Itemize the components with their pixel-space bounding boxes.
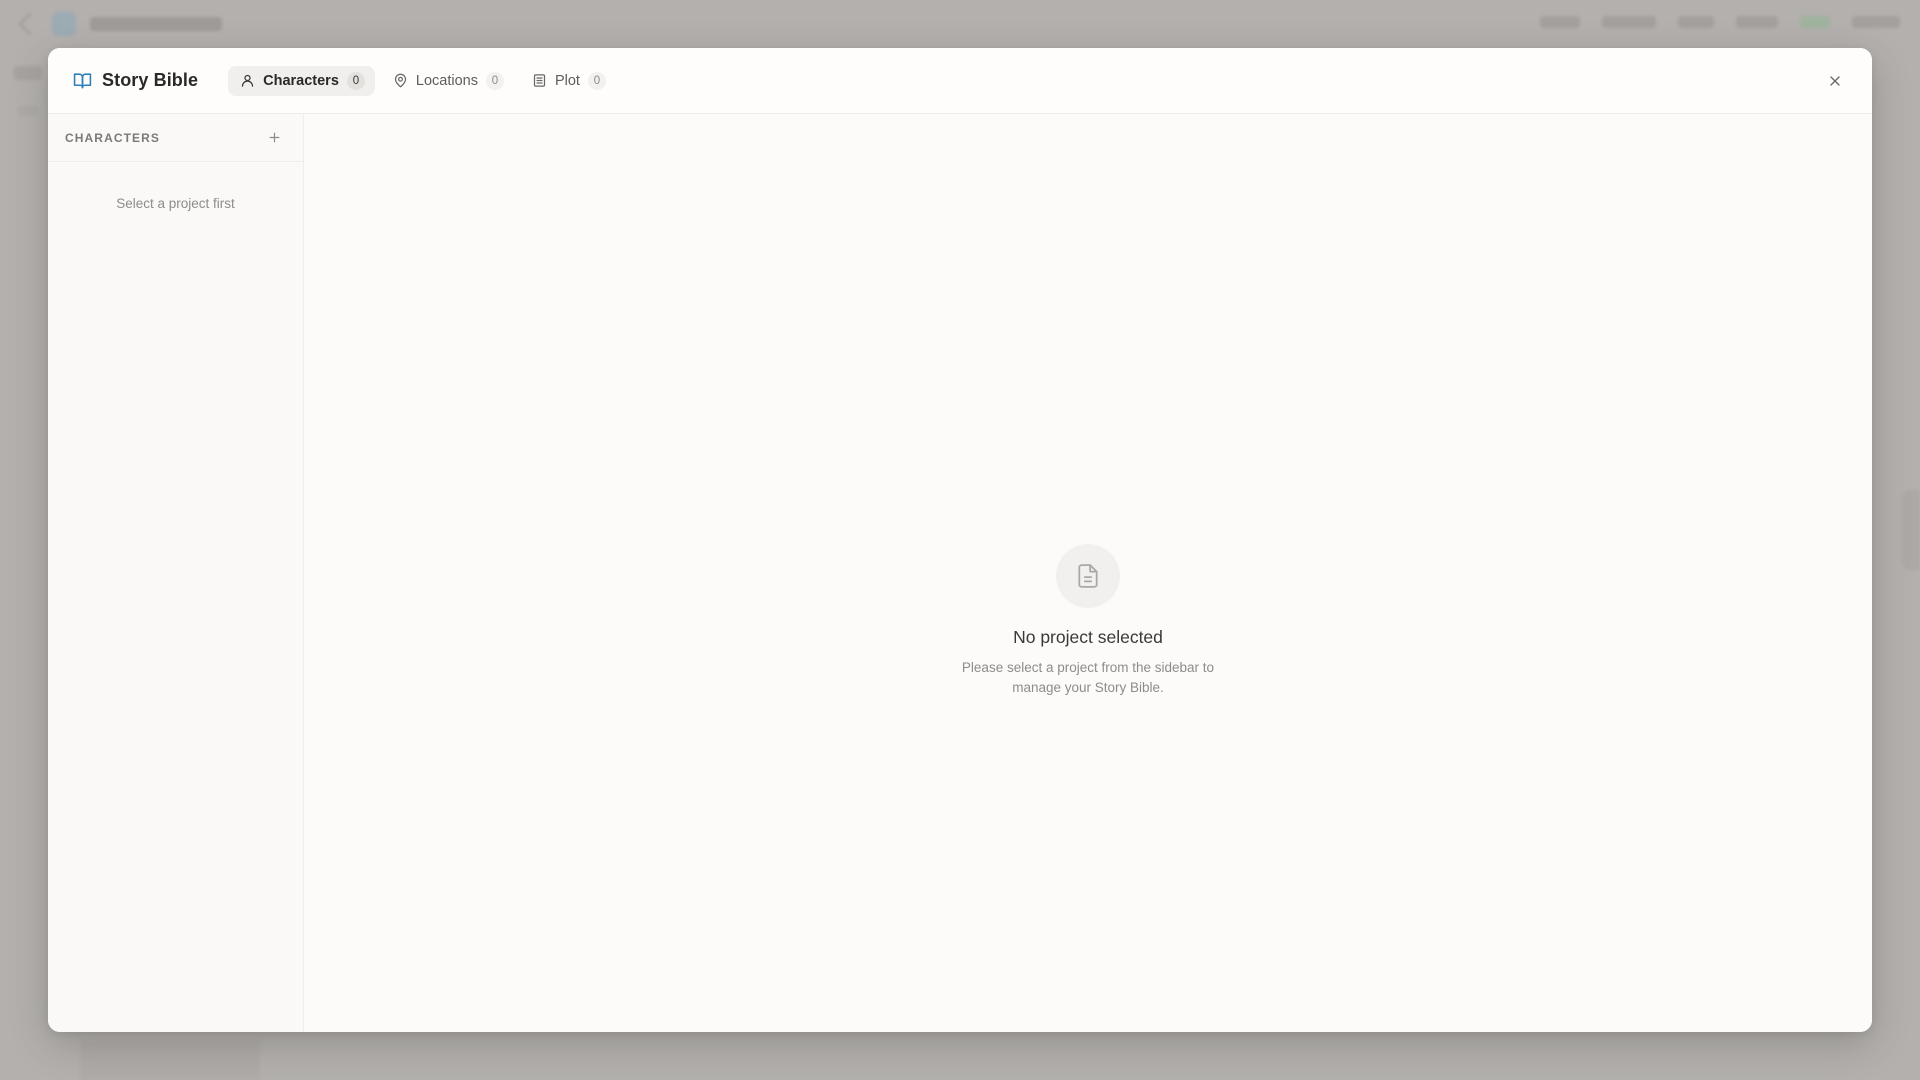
close-icon (1830, 76, 1840, 86)
tab-bar: Characters 0 Locations 0 Plot 0 (228, 65, 616, 96)
tab-count-badge: 0 (485, 71, 504, 90)
list-icon (533, 74, 546, 87)
tab-label: Characters (263, 72, 339, 89)
main-content: No project selected Please select a proj… (304, 114, 1872, 1032)
app-logo-icon (52, 12, 76, 36)
background-sidebar-label (18, 106, 38, 116)
characters-sidebar: CHARACTERS Select a project first (48, 114, 304, 1032)
empty-state-description: Please select a project from the sidebar… (961, 660, 1215, 695)
back-icon (18, 12, 42, 36)
tab-label: Locations (415, 72, 478, 89)
tab-label: Plot (554, 72, 580, 89)
background-panel (80, 1040, 260, 1080)
background-edge-tab (1902, 490, 1920, 570)
empty-state: No project selected Please select a proj… (304, 544, 1872, 698)
plus-icon (269, 132, 279, 143)
background-title (90, 17, 222, 31)
story-bible-modal: Story Bible Characters 0 Locations 0 Plo… (48, 48, 1872, 1032)
modal-header: Story Bible Characters 0 Locations 0 Plo… (48, 48, 1872, 114)
sidebar-empty-text: Select a project first (116, 196, 235, 211)
map-pin-icon (394, 73, 407, 88)
empty-state-icon-circle (1056, 544, 1120, 608)
empty-state-title: No project selected (1013, 627, 1163, 647)
background-sidebar-label (14, 66, 42, 80)
modal-brand: Story Bible (73, 70, 198, 91)
sidebar-header: CHARACTERS (48, 114, 303, 162)
user-icon (242, 74, 254, 87)
sidebar-title: CHARACTERS (65, 130, 160, 145)
file-text-icon (1078, 564, 1098, 588)
book-open-icon (73, 73, 92, 89)
tab-count-badge: 0 (587, 71, 606, 90)
tab-plot[interactable]: Plot 0 (520, 66, 616, 96)
modal-title: Story Bible (102, 70, 199, 90)
tab-count-badge: 0 (346, 71, 365, 90)
add-character-button[interactable] (265, 129, 283, 147)
close-button[interactable] (1824, 70, 1846, 92)
tab-locations[interactable]: Locations 0 (381, 66, 514, 96)
tab-characters[interactable]: Characters 0 (228, 65, 375, 96)
background-toolbar (1540, 16, 1900, 28)
